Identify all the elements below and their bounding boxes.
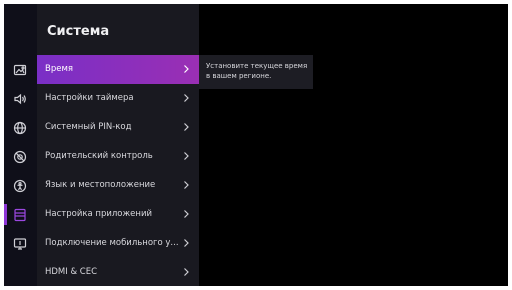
- menu-item-label: Настройка приложений: [45, 209, 152, 219]
- settings-icon-sidebar: [4, 4, 37, 286]
- menu-item-mobile-connection[interactable]: Подключение мобильного у...: [37, 229, 199, 258]
- chevron-right-icon: [184, 268, 189, 276]
- person-settings-item[interactable]: [4, 171, 37, 200]
- menu-item-label: Язык и местоположение: [45, 180, 156, 190]
- chevron-right-icon: [184, 152, 189, 160]
- menu-item-system-pin[interactable]: Системный PIN-код: [37, 113, 199, 142]
- menu-item-hdmi-cec[interactable]: HDMI & CEC: [37, 258, 199, 286]
- picture-settings-item[interactable]: [4, 55, 37, 84]
- chevron-right-icon: [184, 65, 189, 73]
- menu-item-parental-control[interactable]: Родительский контроль: [37, 142, 199, 171]
- system-settings-panel: Система Время Настройки таймера Системны…: [37, 4, 199, 286]
- menu-item-timer-settings[interactable]: Настройки таймера: [37, 84, 199, 113]
- menu-item-app-settings[interactable]: Настройка приложений: [37, 200, 199, 229]
- sound-icon: [14, 93, 26, 105]
- network-icon: [13, 121, 27, 135]
- menu-item-label: Системный PIN-код: [45, 122, 132, 132]
- chevron-right-icon: [184, 94, 189, 102]
- menu-item-label: Настройки таймера: [45, 93, 134, 103]
- system-icon: [14, 208, 26, 222]
- picture-icon: [13, 64, 27, 76]
- screen-frame: Система Время Настройки таймера Системны…: [0, 0, 512, 290]
- menu-item-label: HDMI & CEC: [45, 267, 98, 277]
- menu-item-language-location[interactable]: Язык и местоположение: [37, 171, 199, 200]
- chevron-right-icon: [184, 181, 189, 189]
- network-settings-item[interactable]: [4, 113, 37, 142]
- support-icon: [13, 238, 27, 250]
- menu-item-label: Родительский контроль: [45, 151, 153, 161]
- person-icon: [13, 179, 27, 193]
- support-settings-item[interactable]: [4, 229, 37, 258]
- sound-settings-item[interactable]: [4, 84, 37, 113]
- tooltip-text: Установите текущее время в вашем регионе…: [206, 62, 308, 80]
- system-settings-item[interactable]: [4, 200, 37, 229]
- menu-item-label: Подключение мобильного у...: [45, 238, 179, 248]
- system-menu: Время Настройки таймера Системный PIN-ко…: [37, 55, 199, 286]
- menu-item-label: Время: [45, 64, 73, 74]
- help-tooltip: Установите текущее время в вашем регионе…: [199, 55, 313, 89]
- chevron-right-icon: [184, 239, 189, 247]
- page-title: Система: [47, 24, 110, 39]
- menu-item-time[interactable]: Время: [37, 55, 199, 84]
- chevron-right-icon: [184, 123, 189, 131]
- tv-screen: Система Время Настройки таймера Системны…: [4, 4, 508, 286]
- accessibility-icon: [13, 150, 27, 164]
- chevron-right-icon: [184, 210, 189, 218]
- accessibility-settings-item[interactable]: [4, 142, 37, 171]
